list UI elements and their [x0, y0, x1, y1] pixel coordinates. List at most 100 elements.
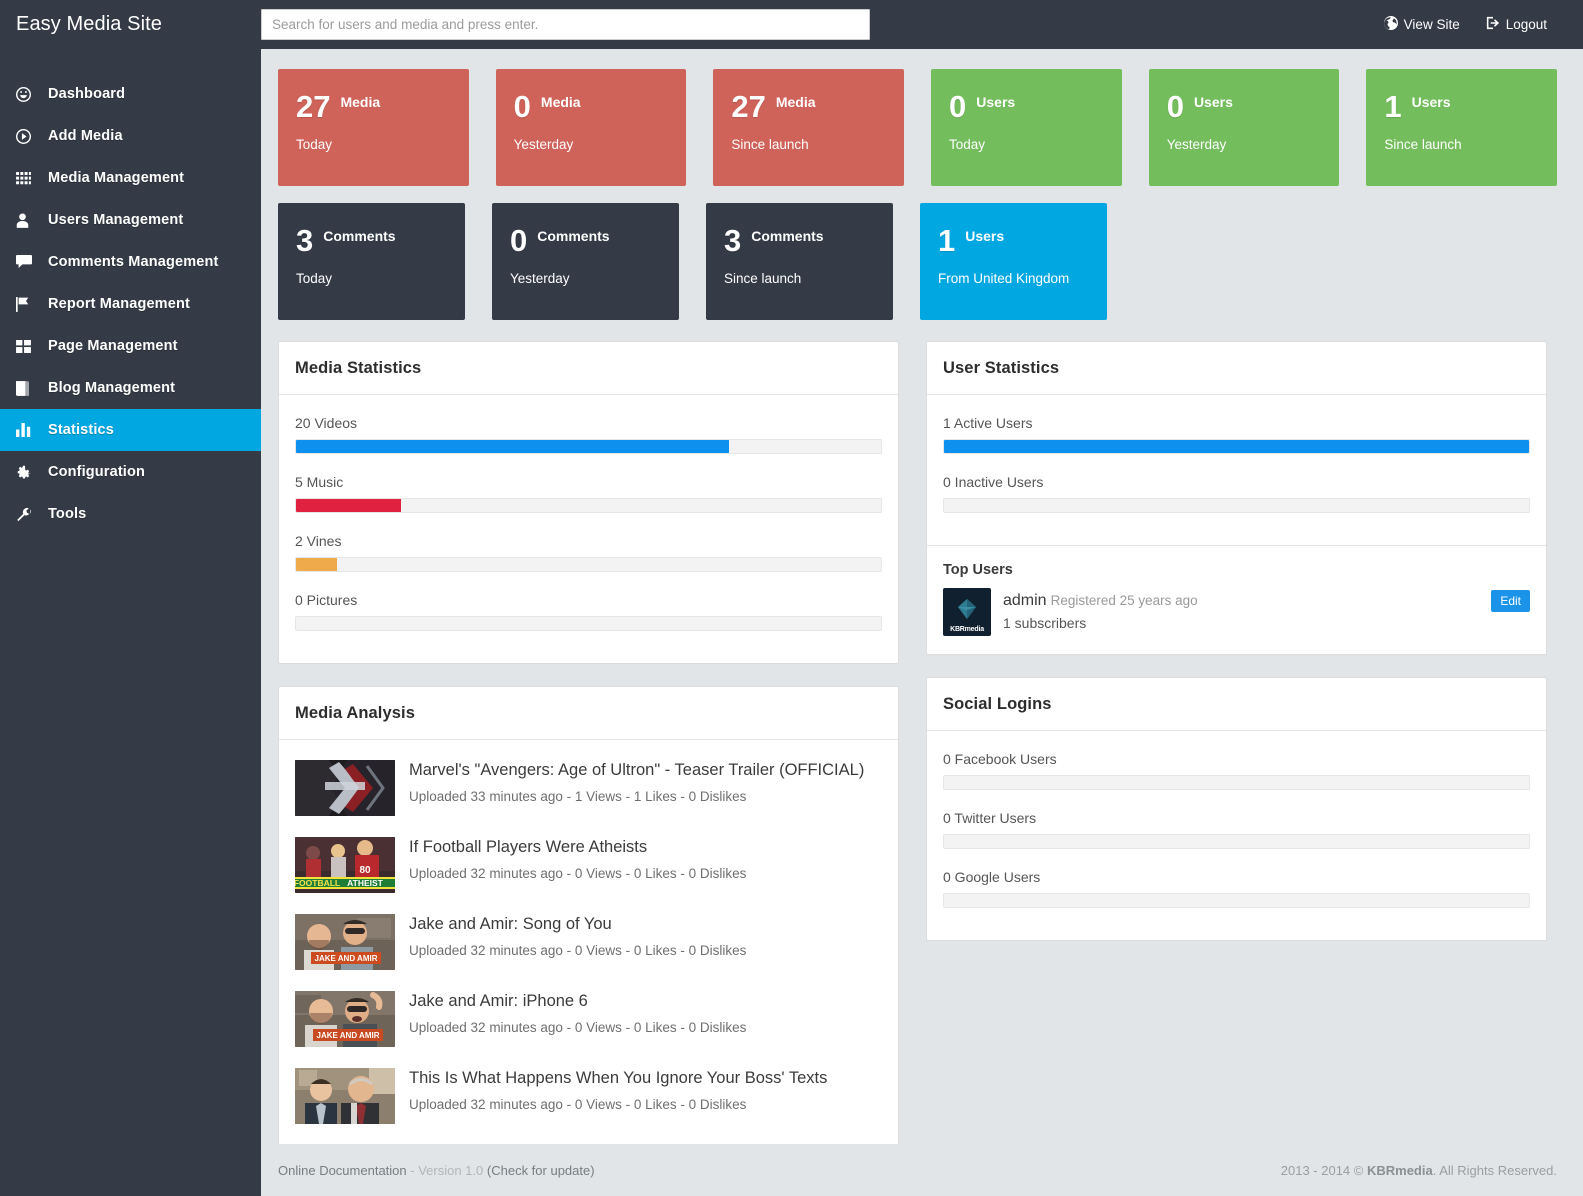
chart-icon: [16, 423, 38, 437]
stat-card-sub: Since launch: [724, 271, 802, 286]
stat-card-unit: Comments: [751, 227, 824, 244]
stat-card-unit: Users: [965, 227, 1005, 244]
stat-card-unit: Users: [976, 93, 1016, 110]
media-item-title[interactable]: This Is What Happens When You Ignore You…: [409, 1069, 827, 1089]
media-item-meta: Uploaded 32 minutes ago - 0 Views - 0 Li…: [409, 1019, 747, 1035]
sidebar-item-label: Comments Management: [48, 254, 219, 270]
progress-bar-label: 1 Active Users: [943, 415, 1033, 431]
stat-card-unit: Comments: [323, 227, 396, 244]
progress-bar-label: 5 Music: [295, 474, 344, 490]
stat-card-value: 0: [513, 89, 531, 124]
copyright-prefix: 2013 - 2014 ©: [1280, 1162, 1367, 1178]
sidebar-item-media-management[interactable]: Media Management: [0, 157, 261, 199]
media-item-text: Marvel's "Avengers: Age of Ultron" - Tea…: [409, 760, 864, 804]
sidebar-item-report-management[interactable]: Report Management: [0, 283, 261, 325]
progress-bar-label: 2 Vines: [295, 533, 342, 549]
media-analysis-item[interactable]: 80 FOOTBALL ATHEIST If Football Players Wer…: [295, 833, 882, 910]
media-statistics-bars: 20 Videos 5 Music 2 Vines 0 Pictures: [279, 395, 898, 663]
top-user-name[interactable]: admin: [1003, 592, 1047, 609]
media-item-title[interactable]: If Football Players Were Atheists: [409, 838, 746, 858]
media-thumbnail[interactable]: 80 FOOTBALL ATHEIST: [295, 837, 395, 893]
sidebar-item-statistics[interactable]: Statistics: [0, 409, 261, 451]
dashboard-icon: [16, 86, 38, 102]
copyright-suffix: . All Rights Reserved.: [1432, 1162, 1557, 1178]
stat-card[interactable]: 3 Comments Today: [278, 203, 465, 320]
user-statistics-bars: 1 Active Users 0 Inactive Users: [927, 395, 1546, 545]
sidebar-item-tools[interactable]: Tools: [0, 493, 261, 535]
comment-icon: [16, 255, 38, 269]
stat-card-sub: From United Kingdom: [938, 271, 1070, 286]
sidebar-item-comments-management[interactable]: Comments Management: [0, 241, 261, 283]
view-site-link[interactable]: View Site: [1383, 16, 1460, 33]
media-item-text: This Is What Happens When You Ignore You…: [409, 1068, 827, 1112]
edit-user-button[interactable]: Edit: [1491, 590, 1530, 612]
media-item-title[interactable]: Marvel's "Avengers: Age of Ultron" - Tea…: [409, 761, 864, 781]
stat-card-unit: Media: [540, 93, 581, 110]
stat-card-unit: Users: [1193, 93, 1233, 110]
avatar-brand-label: KBRmedia: [950, 626, 984, 633]
stat-card-value: 27: [296, 89, 331, 124]
wrench-icon: [16, 507, 38, 522]
sidebar-item-users-management[interactable]: Users Management: [0, 199, 261, 241]
progress-bar-label: 0 Inactive Users: [943, 474, 1044, 490]
stat-card-value: 27: [731, 89, 766, 124]
media-analysis-item[interactable]: This Is What Happens When You Ignore You…: [295, 1064, 882, 1141]
user-icon: [16, 212, 38, 228]
media-analysis-list: Marvel's "Avengers: Age of Ultron" - Tea…: [279, 740, 898, 1144]
logout-link[interactable]: Logout: [1486, 16, 1547, 33]
footer-version: - Version 1.0: [410, 1162, 484, 1178]
stat-card[interactable]: 27 Media Since launch: [713, 69, 905, 186]
stat-card[interactable]: 0 Comments Yesterday: [492, 203, 679, 320]
progress-bar-label: 0 Twitter Users: [943, 810, 1037, 826]
stat-card-value: 0: [510, 223, 528, 258]
brand-title: Easy Media Site: [16, 13, 163, 35]
media-analysis-item[interactable]: Marvel's "Avengers: Age of Ultron" - Tea…: [295, 756, 882, 833]
social-logins-panel: Social Logins 0 Facebook Users 0 Twitter …: [926, 677, 1547, 941]
content-area: 27 Media Today 0 Media Yesterday 27 Media Since …: [261, 49, 1583, 1144]
stat-card[interactable]: 0 Media Yesterday: [495, 69, 687, 186]
top-user-subscribers: 1 subscribers: [1003, 615, 1087, 631]
progress-bar-track: [295, 439, 882, 454]
sidebar-item-add-media[interactable]: Add Media: [0, 115, 261, 157]
check-for-update-link[interactable]: (Check for update): [487, 1163, 595, 1178]
media-item-title[interactable]: Jake and Amir: Song of You: [409, 915, 746, 935]
media-item-meta: Uploaded 32 minutes ago - 0 Views - 0 Li…: [409, 865, 747, 881]
stat-card-unit: Media: [775, 93, 816, 110]
progress-bar-label: 0 Facebook Users: [943, 751, 1057, 767]
media-thumbnail[interactable]: [295, 760, 395, 816]
stat-card[interactable]: 0 Users Today: [931, 69, 1122, 186]
media-item-title[interactable]: Jake and Amir: iPhone 6: [409, 992, 746, 1012]
top-users-list: KBRmedia admin Registered 25 years ago 1 su…: [927, 588, 1546, 654]
media-analysis-item[interactable]: JAKE AND AMIR Jake and Amir: Song of You U…: [295, 910, 882, 987]
sidebar-item-page-management[interactable]: Page Management: [0, 325, 261, 367]
media-thumbnail[interactable]: JAKE AND AMIR: [295, 991, 395, 1047]
media-analysis-item[interactable]: JAKE AND AMIR Jake and Amir: iPhone 6 Uplo…: [295, 987, 882, 1064]
stat-card[interactable]: 0 Users Yesterday: [1148, 69, 1340, 186]
progress-bar-track: [295, 616, 882, 631]
stat-card-sub: Yesterday: [1166, 137, 1227, 152]
online-documentation-link[interactable]: Online Documentation: [278, 1163, 407, 1178]
progress-bar-fill: [944, 440, 1529, 453]
search-input[interactable]: [261, 9, 870, 40]
progress-bar-track: [943, 893, 1530, 908]
logout-label: Logout: [1505, 17, 1547, 32]
stat-card[interactable]: 27 Media Today: [278, 69, 469, 186]
sidebar-item-blog-management[interactable]: Blog Management: [0, 367, 261, 409]
sidebar-item-label: Users Management: [48, 212, 184, 228]
stat-card-unit: Media: [340, 93, 381, 110]
sidebar-item-label: Blog Management: [48, 380, 176, 396]
stat-card[interactable]: 1 Users From United Kingdom: [920, 203, 1107, 320]
stat-cards-row-2: 3 Comments Today 0 Comments Yesterday 3 Comment…: [278, 203, 1557, 320]
media-thumbnail[interactable]: [295, 1068, 395, 1124]
media-thumbnail[interactable]: JAKE AND AMIR: [295, 914, 395, 970]
sidebar-item-dashboard[interactable]: Dashboard: [0, 73, 261, 115]
stat-card[interactable]: 1 Users Since launch: [1366, 69, 1558, 186]
sidebar-item-configuration[interactable]: Configuration: [0, 451, 261, 493]
sidebar-item-label: Dashboard: [48, 86, 126, 102]
stat-card-value: 1: [938, 223, 956, 258]
media-item-meta: Uploaded 32 minutes ago - 0 Views - 0 Li…: [409, 1096, 747, 1112]
left-column: Media Statistics 20 Videos 5 Music 2 Vines…: [278, 341, 899, 1144]
stat-card-sub: Today: [949, 137, 986, 152]
stat-card[interactable]: 3 Comments Since launch: [706, 203, 893, 320]
stat-card-value: 3: [724, 223, 742, 258]
